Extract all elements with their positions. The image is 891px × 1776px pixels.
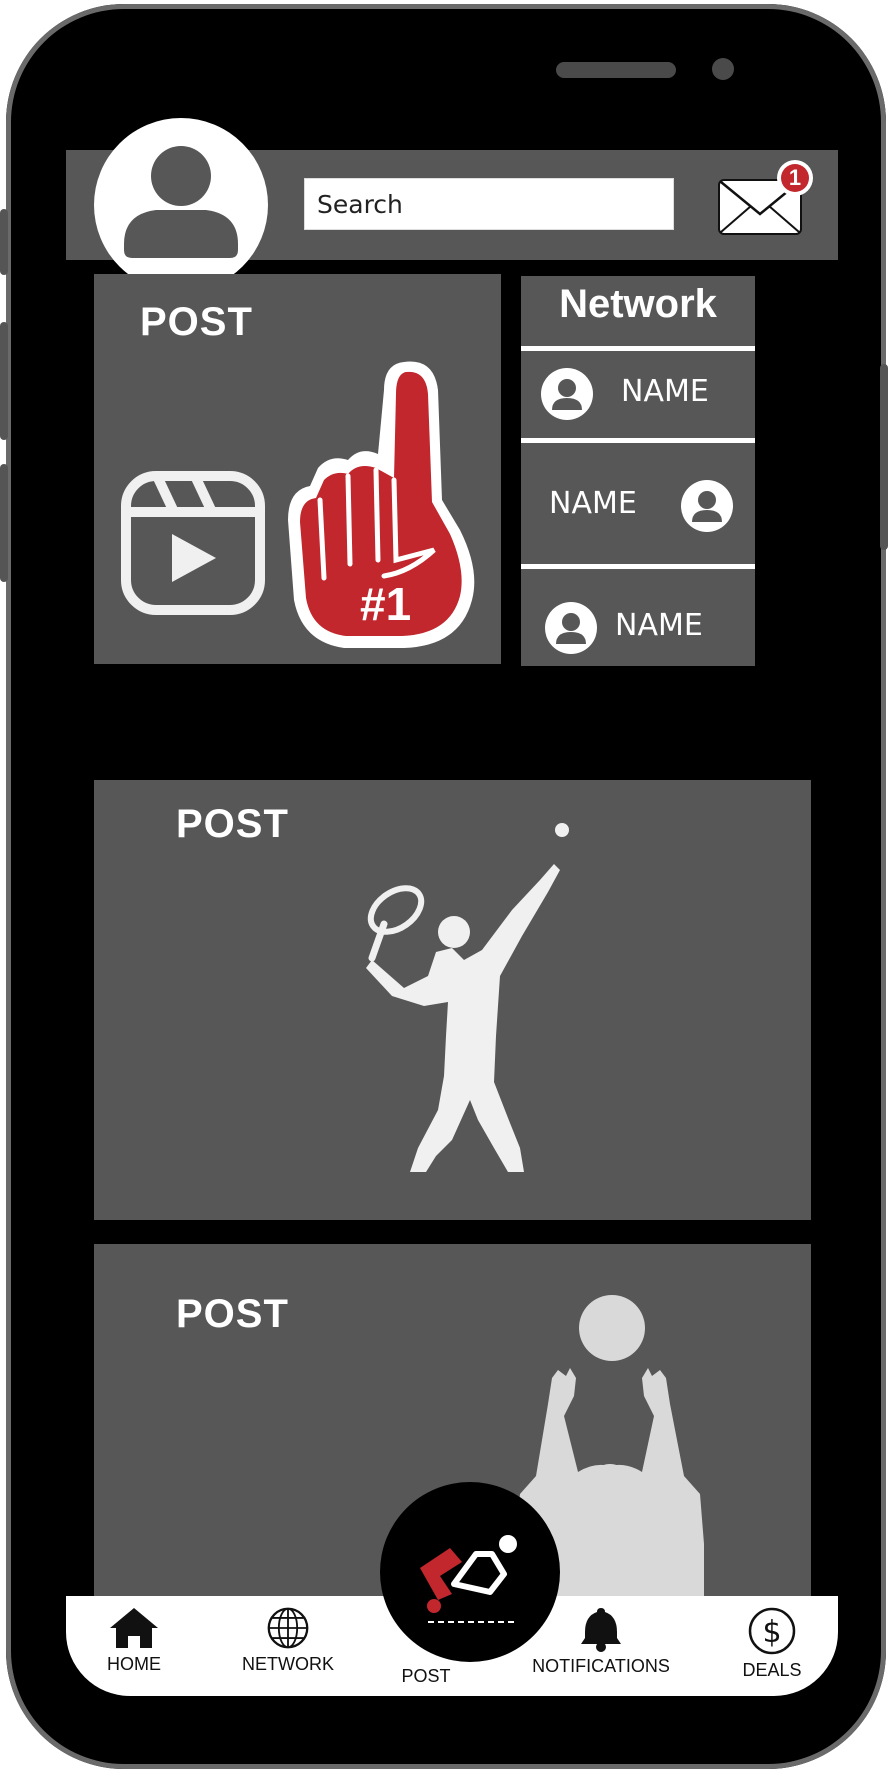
foam-finger-icon: #1 xyxy=(288,361,475,648)
side-button-mute xyxy=(0,209,8,275)
globe-icon xyxy=(267,1607,309,1649)
tab-post-label[interactable]: POST xyxy=(386,1666,466,1687)
notch xyxy=(234,58,734,118)
network-item-name: NAME xyxy=(621,374,709,409)
side-button-volume-down xyxy=(0,464,8,582)
network-divider xyxy=(521,438,755,443)
app-logo-icon xyxy=(420,1535,517,1623)
network-item[interactable]: NAME xyxy=(521,572,755,662)
user-icon xyxy=(681,480,733,532)
tab-home[interactable]: HOME xyxy=(94,1606,174,1675)
post-card-1[interactable]: POST #1 xyxy=(94,274,501,664)
post-card-2[interactable]: POST xyxy=(94,780,811,1220)
profile-avatar-button[interactable] xyxy=(94,118,268,292)
user-icon xyxy=(541,368,593,420)
video-reel-icon[interactable] xyxy=(120,470,266,616)
mail-badge-count: 1 xyxy=(781,164,809,192)
tab-label: POST xyxy=(401,1666,451,1686)
tab-label: DEALS xyxy=(742,1660,802,1680)
foam-finger-label: #1 xyxy=(360,578,411,630)
network-item[interactable]: NAME xyxy=(521,450,755,540)
network-item-name: NAME xyxy=(549,486,637,521)
screen: Search 1 POST #1 Network NAME NAME NAME … xyxy=(66,58,838,1696)
tab-deals[interactable]: $ DEALS xyxy=(732,1606,812,1681)
network-item[interactable]: NAME xyxy=(521,352,755,442)
side-button-power xyxy=(880,364,888,550)
post-title: POST xyxy=(140,300,253,344)
phone-frame: Search 1 POST #1 Network NAME NAME NAME … xyxy=(0,4,888,1769)
network-panel: Network NAME NAME NAME xyxy=(521,276,755,666)
network-item-name: NAME xyxy=(615,608,703,643)
user-silhouette-icon xyxy=(124,146,238,258)
network-title: Network xyxy=(559,282,717,326)
side-button-volume-up xyxy=(0,322,8,440)
post-fab-button[interactable] xyxy=(380,1482,560,1662)
tab-network[interactable]: NETWORK xyxy=(228,1606,348,1675)
tennis-player-image xyxy=(366,823,569,1172)
user-icon xyxy=(545,602,597,654)
bell-icon xyxy=(581,1608,621,1652)
tab-label: NETWORK xyxy=(242,1654,334,1674)
house-icon xyxy=(110,1608,158,1648)
post-title: POST xyxy=(176,802,289,846)
network-divider xyxy=(521,564,755,569)
network-divider xyxy=(521,346,755,351)
svg-text:$: $ xyxy=(762,1615,781,1650)
search-input[interactable]: Search xyxy=(304,178,674,230)
front-camera xyxy=(712,58,734,80)
tab-label: HOME xyxy=(107,1654,161,1674)
speaker-grille xyxy=(556,62,676,78)
post-title: POST xyxy=(176,1292,289,1336)
messages-button[interactable]: 1 xyxy=(717,160,815,242)
dollar-circle-icon: $ xyxy=(748,1607,796,1655)
